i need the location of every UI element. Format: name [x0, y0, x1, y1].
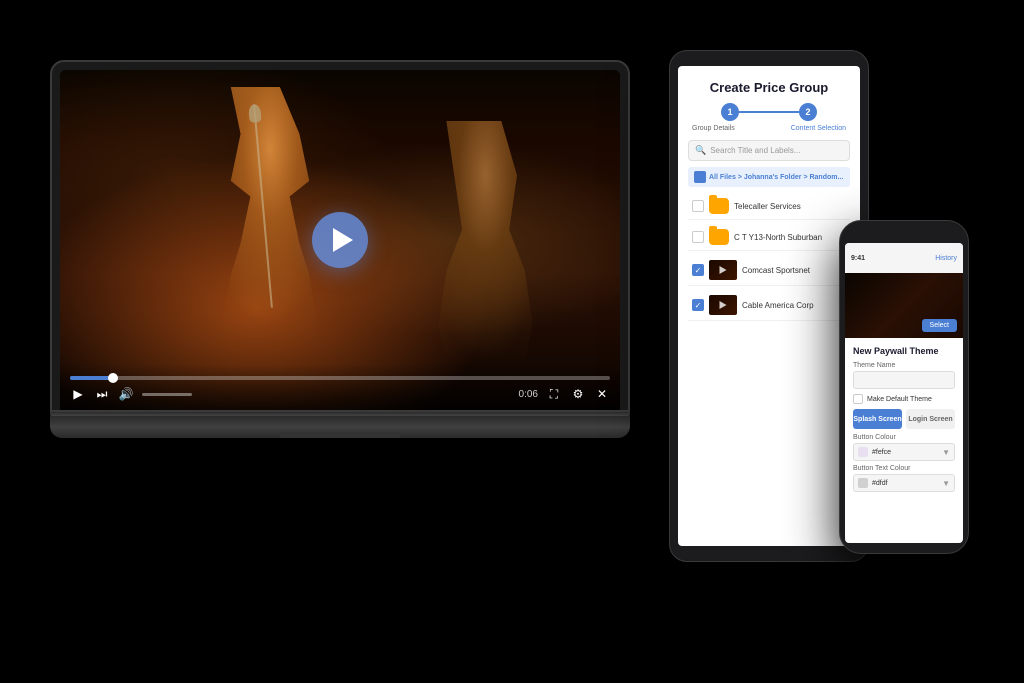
button-text-colour-label: Button Text Colour — [853, 465, 955, 472]
tablet-content: Create Price Group 1 2 Group Details — [678, 66, 860, 331]
breadcrumb-text: All Files > Johanna's Folder > Random... — [709, 174, 843, 181]
step-2-number: 2 — [805, 107, 810, 117]
text-colour-chevron-icon: ▼ — [942, 479, 950, 488]
button-colour-label: Button Colour — [853, 434, 955, 441]
settings-icon[interactable]: ⚙ — [570, 386, 586, 402]
tablet-title: Create Price Group — [688, 76, 850, 95]
file-list: Telecaller Services C T Y13-North Suburb… — [688, 193, 850, 321]
make-default-checkbox[interactable] — [853, 394, 863, 404]
search-bar[interactable]: 🔍 Search Title and Labels... — [688, 140, 850, 161]
colour-chevron-icon: ▼ — [942, 448, 950, 457]
step-1-number: 1 — [727, 107, 732, 117]
file-checkbox-1[interactable] — [692, 200, 704, 212]
theme-name-label: Theme Name — [853, 362, 955, 369]
button-colour-value: #fefce — [872, 449, 891, 456]
scene: ▶ ⏭ 🔊 0:06 ⛶ ⚙ ✕ — [0, 0, 1024, 683]
close-ctrl-icon[interactable]: ✕ — [594, 386, 610, 402]
list-item[interactable]: Comcast Sportsnet — [688, 255, 850, 286]
play-button[interactable] — [312, 212, 368, 268]
phone-history-btn[interactable]: History — [935, 255, 957, 262]
stepper: 1 2 — [688, 103, 850, 121]
file-thumb-4 — [709, 295, 737, 315]
phone-screen: 9:41 History Select New Paywall Theme Th… — [845, 243, 963, 543]
step-labels: Group Details Content Selection — [688, 125, 850, 132]
button-colour-input[interactable]: #fefce ▼ — [853, 443, 955, 461]
video-frame: ▶ ⏭ 🔊 0:06 ⛶ ⚙ ✕ — [60, 70, 620, 410]
progress-thumb — [108, 373, 118, 383]
file-name-4: Cable America Corp — [742, 301, 846, 310]
phone-time: 9:41 — [851, 255, 935, 262]
laptop-shadow — [70, 438, 610, 444]
breadcrumb-icon — [694, 171, 706, 183]
laptop-screen-outer: ▶ ⏭ 🔊 0:06 ⛶ ⚙ ✕ — [50, 60, 630, 412]
search-placeholder: Search Title and Labels... — [710, 146, 800, 155]
volume-icon[interactable]: 🔊 — [118, 386, 134, 402]
file-checkbox-3[interactable] — [692, 264, 704, 276]
controls-row: ▶ ⏭ 🔊 0:06 ⛶ ⚙ ✕ — [70, 386, 610, 402]
thumb-play-icon-4 — [720, 301, 727, 309]
button-text-colour-swatch — [858, 478, 868, 488]
tablet-screen: Create Price Group 1 2 Group Details — [678, 66, 860, 546]
laptop-screen-inner: ▶ ⏭ 🔊 0:06 ⛶ ⚙ ✕ — [60, 70, 620, 410]
button-text-colour-value: #dfdf — [872, 480, 888, 487]
file-name-1: Telecaller Services — [734, 202, 846, 211]
skip-icon[interactable]: ⏭ — [94, 386, 110, 402]
list-item[interactable]: C T Y13-North Suburban — [688, 224, 850, 251]
button-colour-swatch — [858, 447, 868, 457]
phone: 9:41 History Select New Paywall Theme Th… — [839, 220, 969, 554]
step-line — [739, 111, 799, 113]
step-1-circle: 1 — [721, 103, 739, 121]
phone-form: New Paywall Theme Theme Name Make Defaul… — [845, 338, 963, 504]
step-2-label: Content Selection — [791, 125, 846, 132]
progress-fill — [70, 376, 113, 380]
phone-form-title: New Paywall Theme — [853, 346, 955, 356]
phone-video-select-btn[interactable]: Select — [922, 319, 957, 332]
phone-top-bar: 9:41 History — [845, 243, 963, 273]
phone-outer: 9:41 History Select New Paywall Theme Th… — [839, 220, 969, 554]
file-name-2: C T Y13-North Suburban — [734, 233, 846, 242]
phone-video-thumbnail: Select — [845, 273, 963, 338]
theme-name-input[interactable] — [853, 371, 955, 389]
play-ctrl-icon[interactable]: ▶ — [70, 386, 86, 402]
folder-icon-1 — [709, 198, 729, 214]
search-icon: 🔍 — [695, 145, 706, 156]
breadcrumb-row: All Files > Johanna's Folder > Random... — [688, 167, 850, 187]
volume-bar[interactable] — [142, 393, 192, 396]
laptop-base — [50, 416, 630, 438]
screen-btn-group: Splash Screen Login Screen — [853, 409, 955, 429]
progress-bar[interactable] — [70, 376, 610, 380]
phone-notch — [879, 231, 929, 239]
login-screen-btn[interactable]: Login Screen — [906, 409, 955, 429]
fullscreen-icon[interactable]: ⛶ — [546, 386, 562, 402]
file-name-3: Comcast Sportsnet — [742, 266, 846, 275]
file-checkbox-2[interactable] — [692, 231, 704, 243]
make-default-label: Make Default Theme — [867, 396, 932, 403]
button-text-colour-input[interactable]: #dfdf ▼ — [853, 474, 955, 492]
folder-icon-2 — [709, 229, 729, 245]
list-item[interactable]: Cable America Corp — [688, 290, 850, 321]
file-checkbox-4[interactable] — [692, 299, 704, 311]
step-1-label: Group Details — [692, 125, 735, 132]
play-icon — [333, 228, 353, 252]
step-2-circle: 2 — [799, 103, 817, 121]
laptop: ▶ ⏭ 🔊 0:06 ⛶ ⚙ ✕ — [50, 60, 630, 444]
video-controls: ▶ ⏭ 🔊 0:06 ⛶ ⚙ ✕ — [60, 364, 620, 410]
splash-screen-btn[interactable]: Splash Screen — [853, 409, 902, 429]
make-default-row: Make Default Theme — [853, 394, 955, 404]
list-item[interactable]: Telecaller Services — [688, 193, 850, 220]
time-display: 0:06 — [519, 389, 538, 400]
thumb-play-icon-3 — [720, 266, 727, 274]
file-thumb-3 — [709, 260, 737, 280]
